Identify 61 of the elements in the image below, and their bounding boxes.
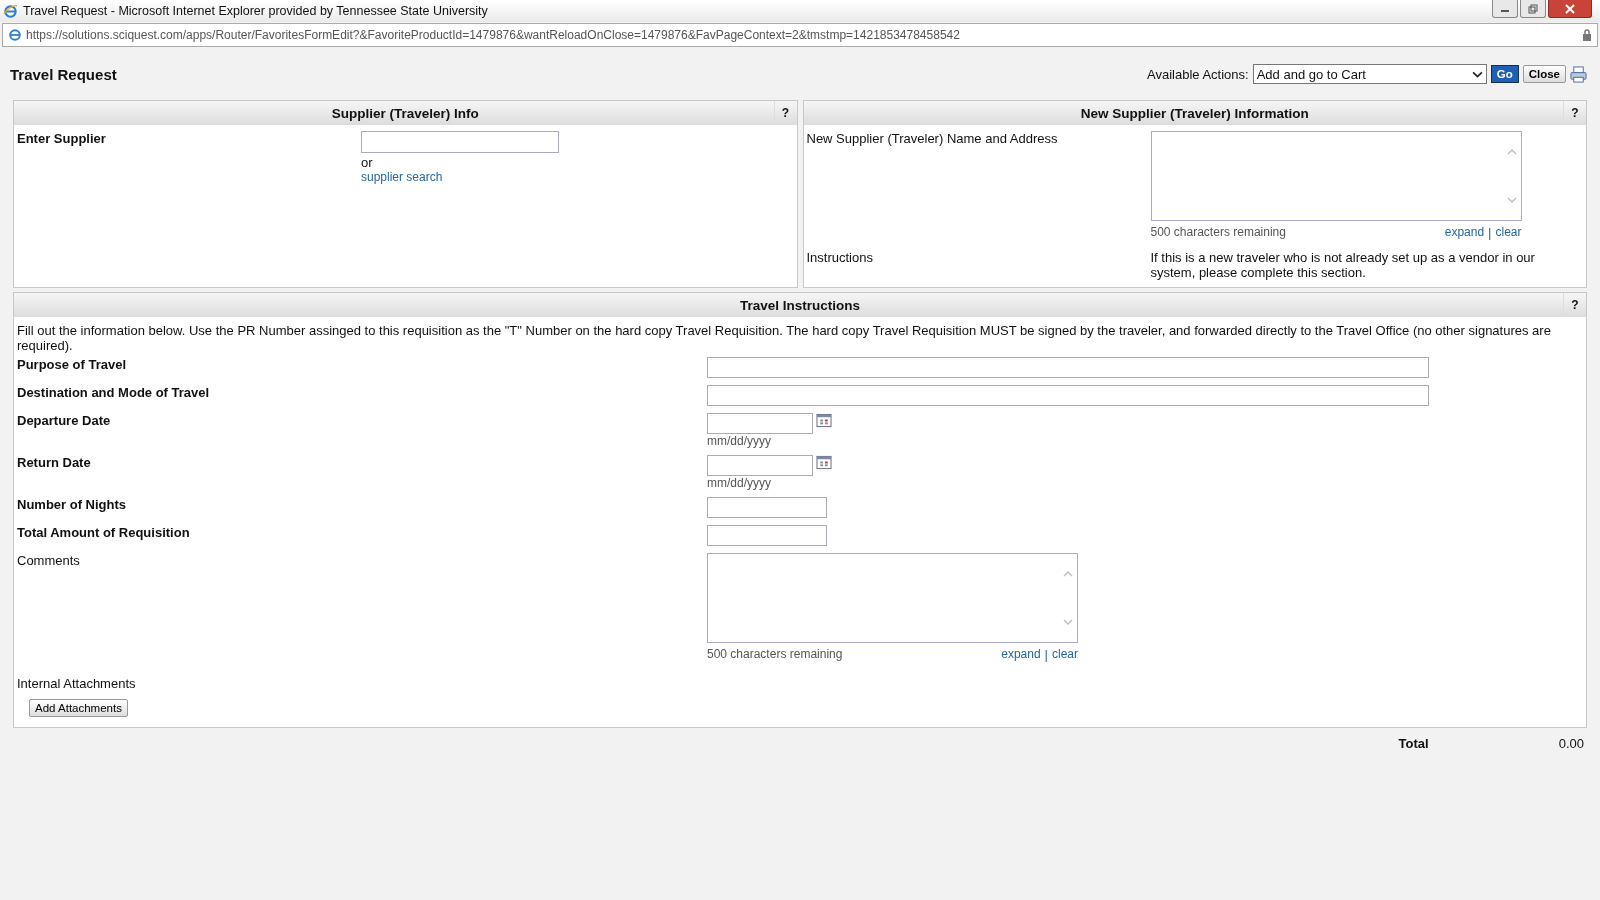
clear-link[interactable]: clear	[1495, 225, 1522, 240]
window-title: Travel Request - Microsoft Internet Explorer provided by Tennessee State University	[23, 4, 488, 18]
page-icon	[8, 28, 22, 42]
comments-textarea[interactable]	[707, 553, 1078, 643]
expand-link[interactable]: expand	[1444, 225, 1485, 240]
address-bar[interactable]: https://solutions.sciquest.com/apps/Router/FavoritesFormEdit?&FavoriteProductId=1479876&wantReloadOnClose=1479876&FavPageContext=2&tmstmp=1421853478458542	[2, 23, 1598, 47]
field-label: Number of Nights	[17, 497, 128, 514]
name-address-textarea[interactable]	[1150, 131, 1522, 221]
characters-remaining: 500 characters remaining	[707, 647, 843, 662]
restore-icon	[1527, 3, 1539, 14]
field-label: Total Amount of Requisition	[17, 525, 191, 542]
field-label: Comments	[17, 553, 81, 570]
field-label: Instructions	[806, 250, 874, 267]
lock-icon	[1582, 29, 1592, 41]
close-icon	[1564, 3, 1576, 14]
actions-label: Available Actions:	[1147, 66, 1249, 82]
total-label: Total	[1398, 736, 1429, 751]
field-label: Destination and Mode of Travel	[17, 385, 211, 402]
date-format-hint: mm/dd/yyyy	[707, 434, 771, 448]
instructions-text: If this is a new traveler who is not already set up as a vendor in our system, please complete this section.	[1150, 250, 1536, 280]
expand-link[interactable]: expand	[1001, 647, 1041, 662]
section-title: Travel Instructions	[739, 297, 860, 313]
field-label: Internal Attachments	[17, 676, 137, 691]
field-label: Departure Date	[17, 413, 112, 430]
text-input[interactable]	[707, 497, 827, 518]
page-title: Travel Request	[10, 65, 117, 83]
print-icon[interactable]	[1570, 65, 1587, 83]
total-value: 0.00	[1558, 736, 1584, 751]
field-label: New Supplier (Traveler) Name and Address	[806, 131, 1059, 148]
caret-icon	[1471, 70, 1483, 78]
text-input[interactable]	[707, 385, 1429, 406]
minimize-icon	[1501, 10, 1509, 12]
field-label: Purpose of Travel	[17, 357, 128, 374]
characters-remaining: 500 characters remaining	[1150, 225, 1286, 240]
text-input[interactable]	[707, 525, 827, 546]
section-title: Supplier (Traveler) Info	[331, 105, 479, 121]
date-format-hint: mm/dd/yyyy	[707, 476, 771, 490]
calendar-icon[interactable]	[816, 413, 832, 428]
section-title: New Supplier (Traveler) Information	[1080, 105, 1309, 121]
close-window-button[interactable]	[1548, 0, 1592, 18]
go-button[interactable]: Go	[1490, 65, 1519, 83]
link-separator: |	[1488, 225, 1492, 240]
or-text: or	[361, 155, 373, 170]
field-label: Enter Supplier	[17, 131, 107, 148]
add-attachments-button[interactable]: Add Attachments	[29, 699, 128, 717]
actions-dropdown[interactable]: Add and go to Cart	[1252, 64, 1487, 84]
calendar-icon[interactable]	[816, 455, 832, 470]
browser-logo-icon	[3, 3, 18, 19]
restore-button[interactable]	[1520, 0, 1546, 18]
link-separator: |	[1044, 647, 1048, 662]
clear-link[interactable]: clear	[1052, 647, 1078, 662]
date-input[interactable]	[707, 413, 813, 434]
instructions-text: Fill out the information below. Use the PR Number assinged to this requisition as the "T" Number on the hard copy Travel Requisition. The hard copy Travel Requisition MUST be signed by the traveler, and forwarded directly to the Travel Office (no other signatures are required).	[17, 323, 1552, 353]
url-text: https://solutions.sciquest.com/apps/Router/FavoritesFormEdit?&FavoriteProductId=1479876&wantReloadOnClose=1479876&FavPageContext=2&tmstmp=1421853478458542	[26, 28, 960, 42]
text-input[interactable]	[707, 357, 1429, 378]
supplier-search-link[interactable]: supplier search	[361, 170, 443, 184]
close-button[interactable]: Close	[1522, 65, 1566, 83]
field-label: Return Date	[17, 455, 92, 472]
date-input[interactable]	[707, 455, 813, 476]
supplier-input[interactable]	[361, 131, 559, 153]
minimize-button[interactable]	[1492, 0, 1518, 18]
